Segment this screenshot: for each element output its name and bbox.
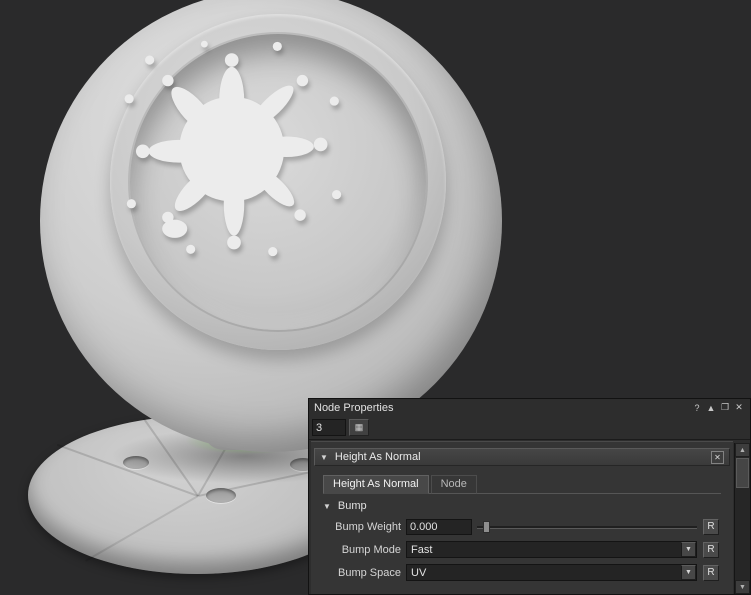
dropdown-arrow-button[interactable]: ▼ (681, 542, 696, 557)
bump-mode-value: Fast (411, 544, 432, 556)
slider-track[interactable] (477, 526, 697, 529)
close-icon[interactable]: ✕ (733, 402, 745, 414)
tab-height-as-normal[interactable]: Height As Normal (323, 475, 429, 494)
node-index-input[interactable] (312, 419, 346, 436)
bump-mode-row: Bump Mode Fast ▼ R (311, 538, 733, 561)
bump-section-label: Bump (338, 500, 367, 512)
bump-mode-reset-button[interactable]: R (703, 542, 719, 558)
warning-icon[interactable]: ▲ (705, 402, 717, 414)
panel-title: Node Properties (314, 402, 394, 414)
panel-titlebar[interactable]: Node Properties ? ▲ ❐ ✕ (309, 399, 750, 416)
edit-icon: ▦ (355, 422, 364, 433)
scroll-down-button[interactable]: ▼ (735, 580, 750, 594)
chevron-down-icon: ▼ (685, 569, 692, 576)
panel-scrollbar[interactable]: ▲ ▼ (734, 443, 750, 594)
disclosure-icon[interactable]: ▼ (323, 502, 331, 511)
panel-content: ▼ Height As Normal ✕ Height As Normal No… (311, 441, 733, 594)
window-icon[interactable]: ❐ (719, 402, 731, 414)
scroll-up-button[interactable]: ▲ (735, 443, 750, 457)
bump-mode-dropdown[interactable]: Fast ▼ (406, 541, 697, 558)
panel-toolrow: ▦ (309, 416, 750, 440)
bump-weight-row: Bump Weight R (311, 515, 733, 538)
bump-space-reset-button[interactable]: R (703, 565, 719, 581)
bump-space-row: Bump Space UV ▼ R (311, 561, 733, 584)
slider-handle[interactable] (483, 521, 490, 533)
bump-weight-input[interactable] (406, 519, 472, 535)
node-header-bar[interactable]: ▼ Height As Normal ✕ (314, 448, 730, 466)
base-seam-line (85, 495, 199, 562)
close-icon: ✕ (714, 453, 721, 462)
bump-weight-slider[interactable] (477, 519, 697, 535)
tab-strip: Height As Normal Node (323, 474, 721, 494)
bump-section-header[interactable]: ▼ Bump (311, 497, 733, 515)
bump-weight-reset-button[interactable]: R (703, 519, 719, 535)
bump-space-dropdown[interactable]: UV ▼ (406, 564, 697, 581)
base-hole (206, 488, 236, 503)
node-close-button[interactable]: ✕ (711, 451, 724, 464)
paint-splat-decal (120, 35, 348, 263)
dropdown-arrow-button[interactable]: ▼ (681, 565, 696, 580)
help-icon[interactable]: ? (691, 402, 703, 414)
bump-mode-label: Bump Mode (311, 544, 406, 556)
node-header-label: Height As Normal (335, 451, 421, 463)
node-properties-panel: Node Properties ? ▲ ❐ ✕ ▦ ▼ Height As No… (308, 398, 751, 595)
edit-field-button[interactable]: ▦ (349, 419, 369, 436)
scroll-up-icon: ▲ (739, 447, 746, 454)
disclosure-icon[interactable]: ▼ (320, 453, 328, 462)
tab-node[interactable]: Node (431, 475, 477, 494)
scrollbar-thumb[interactable] (736, 458, 749, 488)
scroll-down-icon: ▼ (739, 584, 746, 591)
bump-space-value: UV (411, 567, 426, 579)
bump-weight-label: Bump Weight (311, 521, 406, 533)
chevron-down-icon: ▼ (685, 546, 692, 553)
bump-space-label: Bump Space (311, 567, 406, 579)
